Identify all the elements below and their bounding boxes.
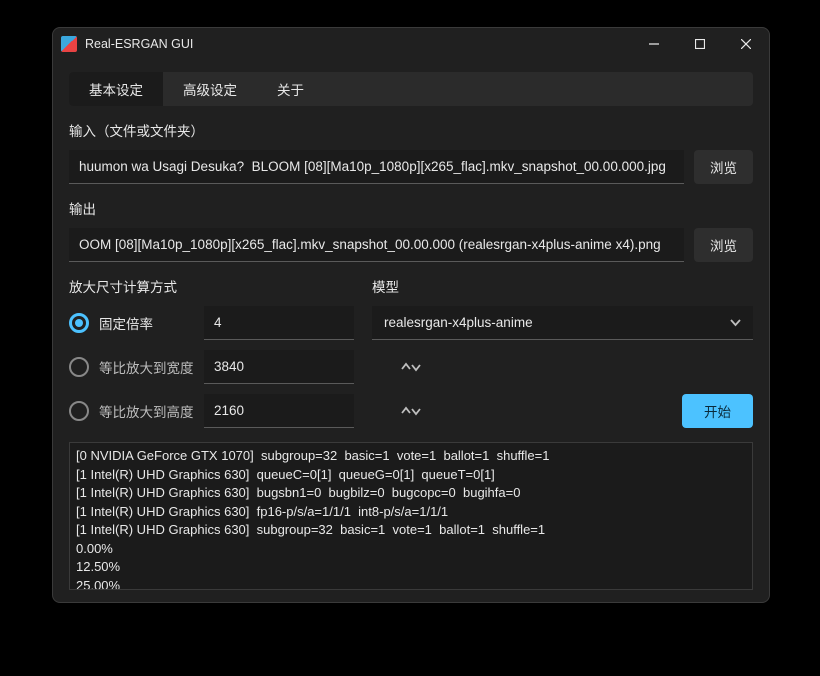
tab-basic[interactable]: 基本设定 — [69, 72, 163, 106]
radio-scale-width-label[interactable]: 等比放大到宽度 — [99, 357, 194, 377]
tabs: 基本设定 高级设定 关于 — [69, 72, 753, 106]
model-select[interactable]: realesrgan-x4plus-anime — [372, 306, 753, 340]
window-title: Real-ESRGAN GUI — [85, 37, 193, 51]
input-label: 输入（文件或文件夹） — [69, 120, 753, 140]
start-button[interactable]: 开始 — [682, 394, 753, 428]
close-button[interactable] — [723, 28, 769, 60]
app-icon — [61, 36, 77, 52]
app-window: Real-ESRGAN GUI 基本设定 高级设定 关于 输入（文件或文件夹） … — [52, 27, 770, 603]
scale-mode-label: 放大尺寸计算方式 — [69, 276, 354, 296]
minimize-icon — [649, 39, 659, 49]
minimize-button[interactable] — [631, 28, 677, 60]
log-panel: [0 NVIDIA GeForce GTX 1070] subgroup=32 … — [69, 442, 753, 590]
model-label: 模型 — [372, 276, 753, 296]
output-browse-button[interactable]: 浏览 — [694, 228, 753, 262]
chevron-down-icon — [730, 317, 741, 328]
input-path-field[interactable] — [69, 150, 684, 184]
output-path-field[interactable] — [69, 228, 684, 262]
content: 基本设定 高级设定 关于 输入（文件或文件夹） 浏览 输出 浏览 放大尺寸计算方… — [53, 60, 769, 602]
scale-height-spinner — [204, 394, 354, 428]
log-output[interactable]: [0 NVIDIA GeForce GTX 1070] subgroup=32 … — [70, 443, 752, 589]
close-icon — [741, 39, 751, 49]
radio-fixed-ratio-label[interactable]: 固定倍率 — [99, 313, 194, 333]
input-browse-button[interactable]: 浏览 — [694, 150, 753, 184]
output-label: 输出 — [69, 198, 753, 218]
radio-scale-height-label[interactable]: 等比放大到高度 — [99, 401, 194, 421]
radio-scale-width[interactable] — [69, 357, 89, 377]
window-controls — [631, 28, 769, 60]
model-select-value: realesrgan-x4plus-anime — [384, 315, 533, 330]
radio-fixed-ratio[interactable] — [69, 313, 89, 333]
maximize-icon — [695, 39, 705, 49]
titlebar[interactable]: Real-ESRGAN GUI — [53, 28, 769, 60]
radio-scale-height[interactable] — [69, 401, 89, 421]
fixed-ratio-spinner — [204, 306, 354, 340]
tab-about[interactable]: 关于 — [257, 72, 324, 106]
scale-width-spinner — [204, 350, 354, 384]
tab-advanced[interactable]: 高级设定 — [163, 72, 257, 106]
maximize-button[interactable] — [677, 28, 723, 60]
